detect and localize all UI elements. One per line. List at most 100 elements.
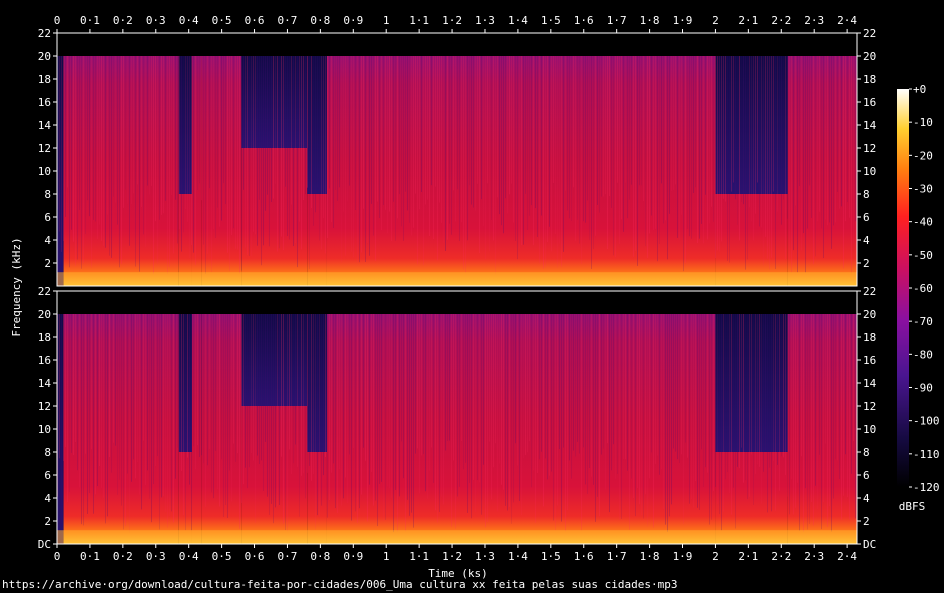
texture-streak (337, 314, 338, 513)
texture-streak (307, 56, 308, 188)
texture-streak (659, 56, 660, 244)
texture-streak (419, 56, 420, 210)
y-tick-label: 8 (44, 188, 51, 201)
x-tick-label: 2·3 (804, 550, 824, 563)
texture-streak (837, 314, 838, 461)
texture-streak (61, 56, 62, 252)
texture-streak (335, 56, 336, 190)
texture-streak (695, 314, 696, 482)
texture-streak (633, 314, 634, 499)
texture-streak (651, 56, 652, 216)
texture-streak (721, 56, 722, 242)
texture-streak (489, 314, 490, 442)
texture-streak (261, 56, 262, 266)
texture-streak (649, 56, 650, 234)
texture-streak (803, 56, 804, 234)
texture-streak (161, 314, 162, 498)
texture-streak (435, 314, 436, 511)
texture-streak (217, 56, 218, 208)
texture-streak (343, 56, 344, 212)
texture-streak (311, 314, 312, 481)
texture-streak (195, 314, 196, 470)
texture-streak (781, 56, 782, 225)
x-tick-label: 0·9 (343, 14, 363, 27)
texture-streak (421, 314, 422, 456)
texture-streak (611, 56, 612, 208)
texture-streak (409, 56, 410, 223)
texture-streak (207, 56, 208, 254)
texture-streak (523, 314, 524, 459)
texture-streak (641, 56, 642, 186)
y-tick-label: 18 (38, 331, 51, 344)
y-tick-label: 22 (38, 285, 51, 298)
texture-streak (447, 56, 448, 240)
colorbar-tick-label: -80 (913, 348, 933, 361)
texture-streak (581, 56, 582, 264)
texture-streak (783, 56, 784, 200)
y-tick-label: 10 (863, 165, 876, 178)
texture-streak (97, 314, 98, 487)
texture-streak (739, 314, 740, 469)
texture-streak (587, 314, 588, 494)
texture-streak (847, 314, 848, 498)
texture-streak (91, 314, 92, 450)
texture-streak (765, 314, 766, 451)
texture-streak (463, 314, 464, 470)
texture-streak (625, 314, 626, 460)
y-tick-label: 12 (863, 142, 876, 155)
texture-streak (187, 56, 188, 222)
texture-streak (297, 56, 298, 268)
texture-streak (749, 56, 750, 208)
spectrogram-figure: 22 2220 2018 1816 1614 1412 1210 108 86 64 42 2 22 2… (10, 14, 940, 580)
texture-streak (597, 314, 598, 497)
texture-streak (563, 314, 564, 448)
texture-streak (701, 314, 702, 450)
texture-streak (81, 56, 82, 269)
texture-streak (501, 56, 502, 226)
texture-streak (451, 314, 452, 527)
texture-streak (537, 314, 538, 474)
texture-streak (275, 56, 276, 184)
texture-streak (75, 314, 76, 443)
texture-streak (851, 314, 852, 474)
colorbar-tick-label: -20 (913, 149, 933, 162)
texture-streak (305, 314, 306, 499)
texture-streak (803, 314, 804, 532)
texture-streak (835, 314, 836, 460)
colorbar-tick-label: -100 (913, 415, 940, 428)
texture-streak (579, 314, 580, 454)
texture-streak (471, 314, 472, 519)
texture-streak (659, 314, 660, 475)
texture-streak (247, 314, 248, 489)
texture-streak (425, 314, 426, 492)
texture-streak (389, 56, 390, 212)
texture-streak (77, 314, 78, 471)
texture-streak (593, 314, 594, 485)
x-tick-label: 0·6 (245, 550, 265, 563)
texture-streak (167, 314, 168, 528)
texture-streak (827, 314, 828, 527)
texture-streak (79, 314, 80, 488)
texture-streak (165, 56, 166, 201)
y-tick-label: 14 (38, 119, 52, 132)
texture-streak (201, 56, 202, 201)
texture-streak (557, 314, 558, 506)
texture-streak (601, 56, 602, 197)
texture-streak (147, 314, 148, 471)
texture-streak (279, 56, 280, 249)
texture-streak (613, 314, 614, 445)
texture-streak (629, 56, 630, 200)
texture-streak (829, 56, 830, 223)
y-tick-label: 12 (38, 142, 51, 155)
texture-streak (251, 56, 252, 257)
texture-streak (373, 314, 374, 506)
texture-streak (751, 314, 752, 455)
texture-streak (127, 56, 128, 204)
texture-streak (261, 314, 262, 461)
texture-streak (821, 314, 822, 530)
texture-streak (697, 314, 698, 508)
texture-streak (773, 314, 774, 461)
texture-streak (729, 314, 730, 493)
texture-streak (237, 314, 238, 454)
texture-streak (835, 56, 836, 223)
